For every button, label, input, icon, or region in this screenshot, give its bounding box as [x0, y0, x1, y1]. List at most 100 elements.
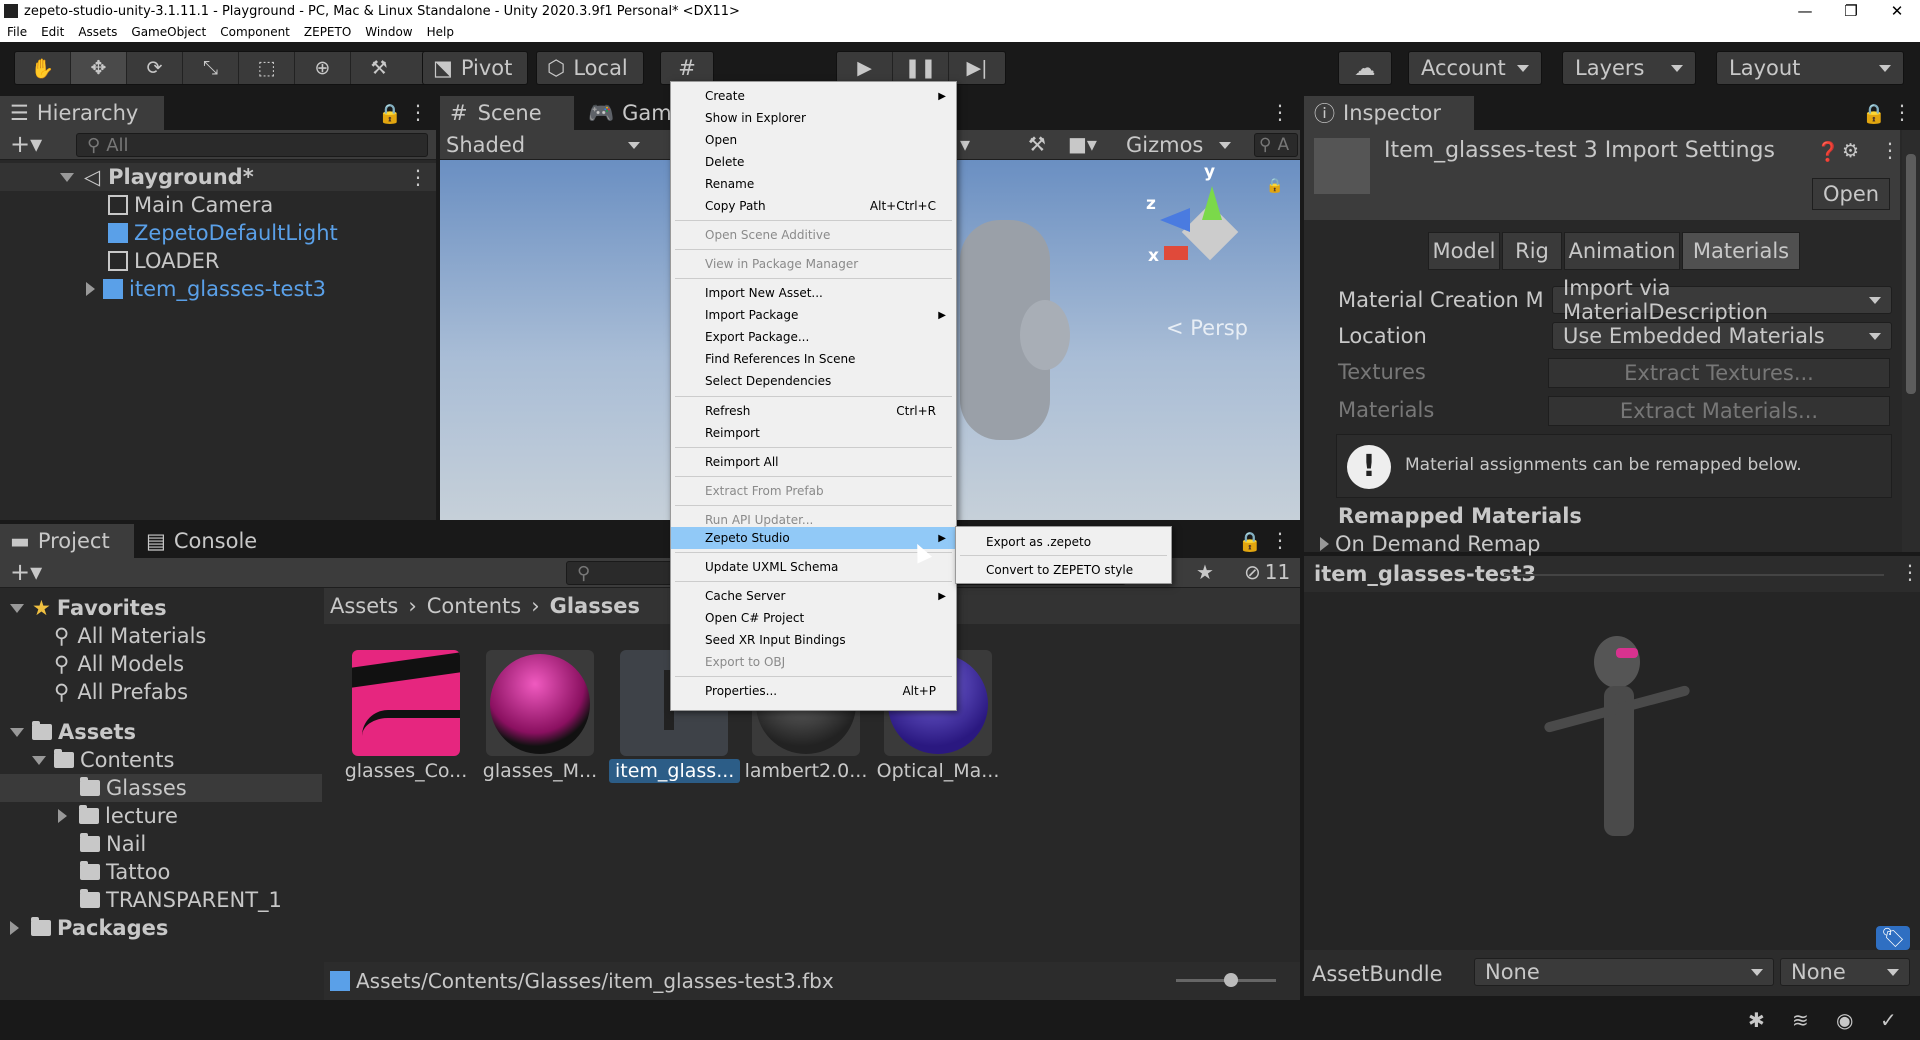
- check-icon[interactable]: ✓: [1880, 1008, 1897, 1032]
- play-button[interactable]: ▶: [837, 52, 893, 84]
- kebab-menu-icon[interactable]: ⋮: [1900, 560, 1920, 584]
- pivot-toggle[interactable]: ⬔ Pivot: [422, 51, 528, 85]
- tab-model[interactable]: Model: [1428, 232, 1500, 270]
- menu-item-convert-to-zepeto-style[interactable]: Convert to ZEPETO style: [956, 559, 1171, 581]
- projection-label[interactable]: < Persp: [1166, 316, 1248, 340]
- folder-tattoo[interactable]: Tattoo: [0, 858, 322, 886]
- rotate-tool-icon[interactable]: ⟳: [127, 52, 183, 84]
- menu-item-open[interactable]: Open: [671, 129, 956, 151]
- folder-transparent[interactable]: TRANSPARENT_1: [0, 886, 322, 914]
- tab-scene[interactable]: # Scene: [440, 96, 574, 130]
- favorite-item[interactable]: ⚲ All Prefabs: [0, 678, 322, 706]
- lock-icon[interactable]: 🔒: [1862, 102, 1886, 125]
- menu-zepeto[interactable]: ZEPETO: [297, 25, 358, 39]
- model-preview-viewport[interactable]: [1304, 592, 1920, 920]
- lock-icon[interactable]: 🔒: [378, 102, 402, 125]
- grid-snap-button[interactable]: #: [660, 51, 714, 85]
- menu-item-open-csharp-project[interactable]: Open C# Project: [671, 607, 956, 629]
- assetbundle-dropdown[interactable]: None: [1474, 958, 1774, 986]
- transform-tool-icon[interactable]: ⊕: [295, 52, 351, 84]
- lock-icon[interactable]: 🔒: [1266, 178, 1283, 194]
- tab-console[interactable]: ▤ Console: [136, 524, 276, 558]
- rect-tool-icon[interactable]: ⬚: [239, 52, 295, 84]
- kebab-menu-icon[interactable]: ⋮: [1270, 100, 1290, 124]
- menu-assets[interactable]: Assets: [71, 25, 124, 39]
- tools-icon[interactable]: ⚒: [1028, 132, 1046, 156]
- menu-item-delete[interactable]: Delete: [671, 151, 956, 173]
- kebab-menu-icon[interactable]: ⋮: [408, 165, 428, 189]
- chevron-down-icon[interactable]: ▾: [960, 132, 970, 156]
- menu-help[interactable]: Help: [420, 25, 461, 39]
- tab-inspector[interactable]: ⓘ Inspector: [1304, 96, 1474, 130]
- cache-icon[interactable]: ◉: [1836, 1008, 1853, 1032]
- layers-dropdown[interactable]: Layers: [1562, 51, 1696, 85]
- location-dropdown[interactable]: Use Embedded Materials: [1552, 322, 1892, 350]
- packages-foldout[interactable]: Packages: [0, 914, 322, 942]
- scene-search-input[interactable]: ⚲ A: [1254, 133, 1298, 157]
- favorite-item[interactable]: ⚲ All Materials: [0, 622, 322, 650]
- hidden-packages-toggle[interactable]: ⊘ 11: [1244, 560, 1290, 584]
- tab-animation[interactable]: Animation: [1564, 232, 1680, 270]
- star-filter-icon[interactable]: ★: [1196, 560, 1214, 584]
- menu-item-find-references[interactable]: Find References In Scene: [671, 348, 956, 370]
- local-toggle[interactable]: ⬡ Local: [536, 51, 644, 85]
- menu-edit[interactable]: Edit: [34, 25, 71, 39]
- scale-tool-icon[interactable]: ⤡: [183, 52, 239, 84]
- kebab-menu-icon[interactable]: ⋮: [1892, 100, 1912, 124]
- add-create-icon[interactable]: +▾: [10, 130, 42, 158]
- scene-row[interactable]: ◁ Playground* ⋮: [0, 163, 436, 191]
- breadcrumb-item[interactable]: Assets: [330, 594, 398, 618]
- move-tool-icon[interactable]: ✥: [71, 52, 127, 84]
- maximize-button[interactable]: ❐: [1828, 0, 1874, 22]
- on-demand-remap-foldout[interactable]: On Demand Remap: [1320, 532, 1540, 556]
- menu-item-show-in-explorer[interactable]: Show in Explorer: [671, 107, 956, 129]
- menu-item-export-package[interactable]: Export Package...: [671, 326, 956, 348]
- hierarchy-item[interactable]: Main Camera: [0, 191, 436, 219]
- menu-component[interactable]: Component: [213, 25, 297, 39]
- breadcrumb-item[interactable]: Glasses: [550, 594, 640, 618]
- menu-file[interactable]: File: [0, 25, 34, 39]
- camera-icon[interactable]: ■▾: [1068, 132, 1097, 156]
- menu-item-update-uxml-schema[interactable]: Update UXML Schema: [671, 556, 956, 578]
- kebab-menu-icon[interactable]: ⋮: [1880, 138, 1900, 162]
- layout-dropdown[interactable]: Layout: [1716, 51, 1904, 85]
- label-tag-icon[interactable]: 🏷: [1876, 926, 1910, 950]
- database-icon[interactable]: ≋: [1792, 1008, 1809, 1032]
- hierarchy-search-input[interactable]: ⚲ All: [76, 133, 428, 157]
- tab-project[interactable]: ▬ Project: [0, 524, 134, 558]
- step-button[interactable]: ▶|: [949, 52, 1005, 84]
- tab-rig[interactable]: Rig: [1502, 232, 1562, 270]
- menu-item-refresh[interactable]: Refresh Ctrl+R: [671, 400, 956, 422]
- menu-item-reimport-all[interactable]: Reimport All: [671, 451, 956, 473]
- menu-item-copy-path[interactable]: Copy Path Alt+Ctrl+C: [671, 195, 956, 217]
- menu-item-properties[interactable]: Properties... Alt+P: [671, 680, 956, 702]
- account-dropdown[interactable]: Account: [1408, 51, 1542, 85]
- menu-gameobject[interactable]: GameObject: [124, 25, 213, 39]
- folder-glasses[interactable]: Glasses: [0, 774, 322, 802]
- tab-hierarchy[interactable]: ☰ Hierarchy: [0, 96, 164, 130]
- extract-textures-button[interactable]: Extract Textures...: [1548, 358, 1890, 388]
- scrollbar-thumb[interactable]: [1906, 154, 1916, 394]
- pause-button[interactable]: ❚❚: [893, 52, 949, 84]
- folder-nail[interactable]: Nail: [0, 830, 322, 858]
- favorites-foldout[interactable]: ★ Favorites: [0, 594, 322, 622]
- hierarchy-item[interactable]: item_glasses-test3: [0, 275, 436, 303]
- settings-icon[interactable]: ⚙: [1842, 140, 1859, 162]
- asset-thumbnail[interactable]: [352, 650, 460, 756]
- kebab-menu-icon[interactable]: ⋮: [1270, 528, 1290, 552]
- open-button[interactable]: Open: [1812, 178, 1890, 210]
- favorite-item[interactable]: ⚲ All Models: [0, 650, 322, 678]
- hierarchy-item[interactable]: LOADER: [0, 247, 436, 275]
- menu-item-create[interactable]: Create ▶: [671, 85, 956, 107]
- shading-mode-dropdown[interactable]: Shaded: [440, 130, 650, 160]
- minimize-button[interactable]: —: [1782, 0, 1828, 22]
- assets-foldout[interactable]: Assets: [0, 718, 322, 746]
- menu-item-cache-server[interactable]: Cache Server ▶: [671, 585, 956, 607]
- menu-item-import-new-asset[interactable]: Import New Asset...: [671, 282, 956, 304]
- asset-thumbnail[interactable]: [486, 650, 594, 756]
- assetbundle-variant-dropdown[interactable]: None: [1780, 958, 1910, 986]
- hand-tool-icon[interactable]: ✋: [15, 52, 71, 84]
- gizmos-dropdown[interactable]: Gizmos: [1126, 130, 1232, 160]
- icon-size-slider-handle[interactable]: [1224, 973, 1238, 987]
- add-create-icon[interactable]: +▾: [10, 558, 42, 586]
